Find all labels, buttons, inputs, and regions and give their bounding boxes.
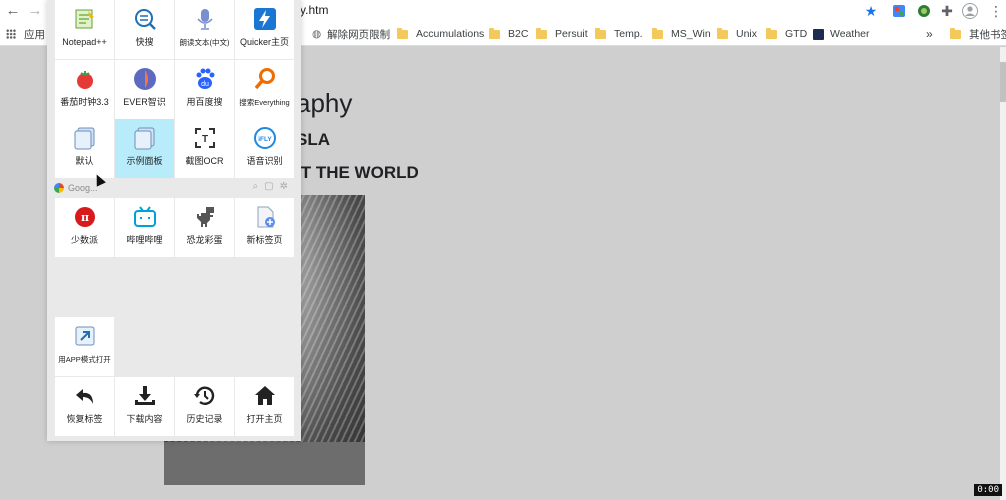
action-default-panel[interactable]: 默认 bbox=[55, 119, 114, 178]
microphone-icon bbox=[192, 6, 218, 32]
quick-search-icon bbox=[132, 6, 158, 32]
new-tab-icon bbox=[252, 204, 278, 230]
folder-icon bbox=[766, 27, 777, 39]
bookmark-weather[interactable]: Weather bbox=[813, 26, 870, 42]
apps-grid-icon bbox=[6, 29, 16, 39]
action-read-text[interactable]: 朗读文本(中文) bbox=[175, 0, 234, 59]
action-dino-game[interactable]: 恐龙彩蛋 bbox=[175, 198, 234, 257]
action-open-as-app[interactable]: 用APP模式打开 bbox=[55, 317, 114, 376]
forward-arrow-icon[interactable]: → bbox=[26, 2, 44, 20]
extension-globe-icon[interactable] bbox=[915, 2, 933, 20]
svg-text:T: T bbox=[201, 134, 207, 145]
puzzle-icon[interactable]: ✚ bbox=[938, 2, 956, 20]
ocr-icon: T bbox=[192, 125, 218, 151]
quicker-panel: Notepad++ 快搜 朗读文本(中文) Quicker主页 番茄时钟3.3 … bbox=[47, 0, 301, 441]
action-notepadpp[interactable]: Notepad++ bbox=[55, 0, 114, 59]
quicker-bolt-icon bbox=[252, 6, 278, 32]
gear-icon[interactable]: ✲ bbox=[280, 181, 288, 192]
restore-icon bbox=[72, 383, 98, 409]
page-heading: SLA bbox=[296, 130, 330, 149]
search-icon[interactable]: ⌕ bbox=[253, 181, 259, 192]
action-search-everything[interactable]: 搜索Everything bbox=[235, 60, 294, 119]
bookmark-folder[interactable]: Persuit bbox=[536, 26, 588, 42]
recording-timer: 0:00 bbox=[974, 484, 1002, 496]
address-bar-text[interactable]: y.htm bbox=[300, 3, 328, 17]
folder-icon bbox=[595, 27, 606, 39]
sample-panel-icon bbox=[132, 125, 158, 151]
star-icon[interactable]: ★ bbox=[862, 2, 880, 20]
bookmark-folder[interactable]: Temp. bbox=[595, 26, 643, 42]
tomato-icon bbox=[72, 66, 98, 92]
svg-text:du: du bbox=[201, 81, 209, 88]
bookmark-apps[interactable]: 应用 bbox=[6, 26, 45, 42]
bookmarks-overflow-button[interactable]: » bbox=[926, 26, 933, 42]
action-quick-search[interactable]: 快搜 bbox=[115, 0, 174, 59]
ever-icon bbox=[132, 66, 158, 92]
baidu-paw-icon: du bbox=[192, 66, 218, 92]
history-icon bbox=[192, 383, 218, 409]
bookmark-folder[interactable]: Accumulations bbox=[397, 26, 484, 42]
bilibili-icon bbox=[132, 204, 158, 230]
action-speech-recognition[interactable]: iFLY 语音识别 bbox=[235, 119, 294, 178]
default-panel-icon bbox=[72, 125, 98, 151]
back-arrow-icon[interactable]: ← bbox=[4, 2, 22, 20]
bookmark-folder[interactable]: B2C bbox=[489, 26, 528, 42]
bookmark-folder[interactable]: Unix bbox=[717, 26, 757, 42]
action-tomato-timer[interactable]: 番茄时钟3.3 bbox=[55, 60, 114, 119]
bookmark-unblock[interactable]: ◍ 解除网页限制 bbox=[312, 26, 390, 42]
notepad-icon bbox=[72, 6, 98, 32]
page-subheading: IT THE WORLD bbox=[296, 163, 419, 182]
sspai-icon: π bbox=[72, 204, 98, 230]
folder-icon bbox=[536, 27, 547, 39]
scrollbar-thumb[interactable] bbox=[1000, 62, 1006, 102]
home-icon bbox=[252, 383, 278, 409]
bookmark-other[interactable]: 其他书签 bbox=[950, 26, 1006, 42]
bookmark-folder[interactable]: GTD bbox=[766, 26, 807, 42]
open-app-icon bbox=[72, 323, 98, 349]
action-screenshot-ocr[interactable]: T 截图OCR bbox=[175, 119, 234, 178]
bookmark-folder[interactable]: MS_Win bbox=[652, 26, 711, 42]
folder-icon bbox=[489, 27, 500, 39]
profile-icon[interactable] bbox=[961, 2, 979, 20]
page-photo-floor bbox=[164, 442, 365, 485]
action-sspai[interactable]: π 少数派 bbox=[55, 198, 114, 257]
download-icon bbox=[132, 383, 158, 409]
svg-text:iFLY: iFLY bbox=[258, 136, 272, 143]
action-baidu-search[interactable]: du 用百度搜 bbox=[175, 60, 234, 119]
context-strip: Goog... ⌕ ▢ ✲ bbox=[54, 179, 294, 197]
page-title: aphy bbox=[296, 88, 353, 118]
extension-map-icon[interactable] bbox=[890, 2, 908, 20]
weather-icon bbox=[813, 28, 824, 40]
context-title: Goog... bbox=[68, 183, 98, 193]
action-sample-panel[interactable]: 示例面板 bbox=[115, 119, 174, 178]
google-chrome-icon bbox=[54, 183, 64, 193]
action-downloads[interactable]: 下载内容 bbox=[115, 377, 174, 436]
dino-icon bbox=[192, 204, 218, 230]
action-new-tab[interactable]: 新标签页 bbox=[235, 198, 294, 257]
kebab-menu-icon[interactable]: ⋮ bbox=[987, 2, 1005, 20]
folder-icon bbox=[397, 27, 408, 39]
globe-icon: ◍ bbox=[312, 28, 322, 40]
vertical-scrollbar[interactable] bbox=[1000, 47, 1006, 500]
folder-icon bbox=[950, 27, 961, 39]
folder-icon bbox=[652, 27, 663, 39]
lock-icon[interactable]: ▢ bbox=[264, 181, 273, 192]
action-ever[interactable]: EVER智识 bbox=[115, 60, 174, 119]
magnifier-icon bbox=[252, 66, 278, 92]
action-restore-tab[interactable]: 恢复标签 bbox=[55, 377, 114, 436]
action-quicker-home[interactable]: Quicker主页 bbox=[235, 0, 294, 59]
svg-text:π: π bbox=[80, 211, 88, 224]
action-bilibili[interactable]: 哔哩哔哩 bbox=[115, 198, 174, 257]
ifly-icon: iFLY bbox=[252, 125, 278, 151]
folder-icon bbox=[717, 27, 728, 39]
action-history[interactable]: 历史记录 bbox=[175, 377, 234, 436]
action-open-home[interactable]: 打开主页 bbox=[235, 377, 294, 436]
